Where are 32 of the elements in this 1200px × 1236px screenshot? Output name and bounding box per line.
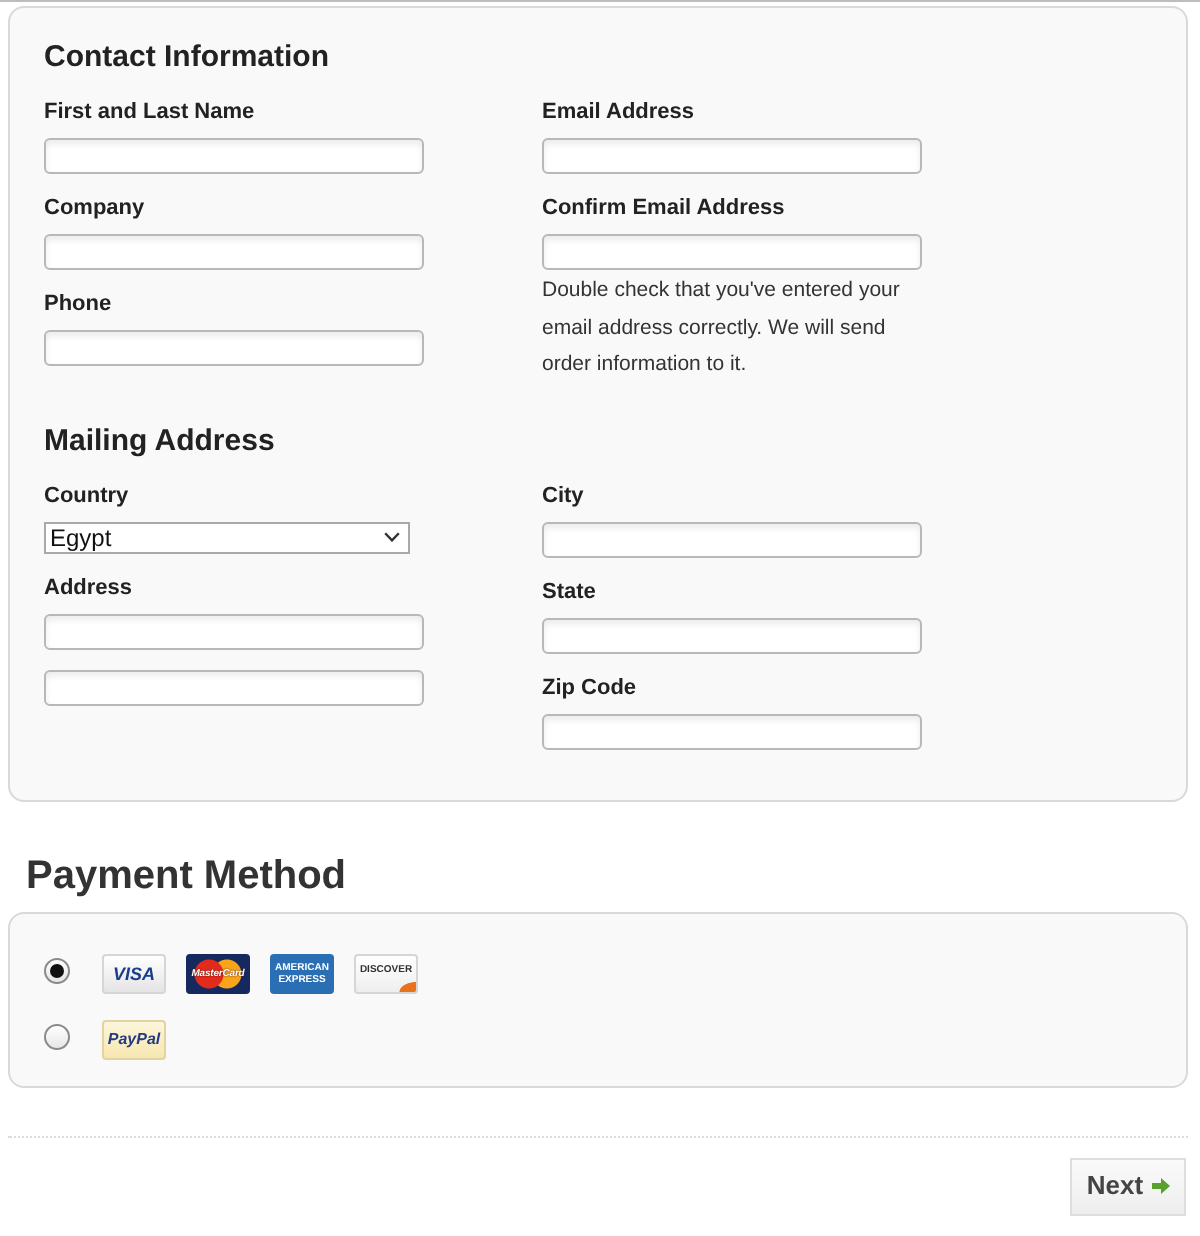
field-label: State	[542, 577, 596, 605]
section-heading: Mailing Address	[44, 421, 275, 461]
field-label: Email Address	[542, 98, 695, 126]
help-text: Double check that you've entered your email address correctly. We will send order information to it.	[542, 276, 902, 380]
paypal-logo: PayPal	[102, 1019, 166, 1059]
text-field[interactable]	[44, 234, 424, 270]
visa-logo: VISA	[102, 953, 166, 993]
next-button[interactable]: Next	[1070, 1157, 1186, 1215]
section-heading: Contact Information	[44, 38, 329, 78]
text-field[interactable]	[542, 234, 922, 270]
field-label: City	[542, 481, 584, 509]
radio-button[interactable]	[44, 957, 70, 983]
text-field[interactable]	[44, 669, 424, 705]
text-field[interactable]	[542, 617, 922, 653]
country-select[interactable]: Egypt	[44, 521, 410, 553]
text-field[interactable]	[44, 613, 424, 649]
radio-button[interactable]	[44, 1023, 70, 1049]
text-field[interactable]	[542, 713, 922, 749]
field-label: Country	[44, 481, 129, 509]
payment-heading: Payment Method	[26, 851, 347, 899]
text-field[interactable]	[542, 138, 922, 174]
chevron-down-icon	[384, 532, 400, 542]
field-label: First and Last Name	[44, 98, 255, 126]
field-label: Company	[44, 194, 145, 222]
arrow-right-icon	[1151, 1178, 1170, 1194]
field-label: Address	[44, 573, 133, 601]
field-label: Zip Code	[542, 673, 637, 701]
text-field[interactable]	[542, 521, 922, 557]
field-label: Confirm Email Address	[542, 194, 785, 222]
field-label: Phone	[44, 290, 112, 318]
text-field[interactable]	[44, 330, 424, 366]
text-field[interactable]	[44, 138, 424, 174]
